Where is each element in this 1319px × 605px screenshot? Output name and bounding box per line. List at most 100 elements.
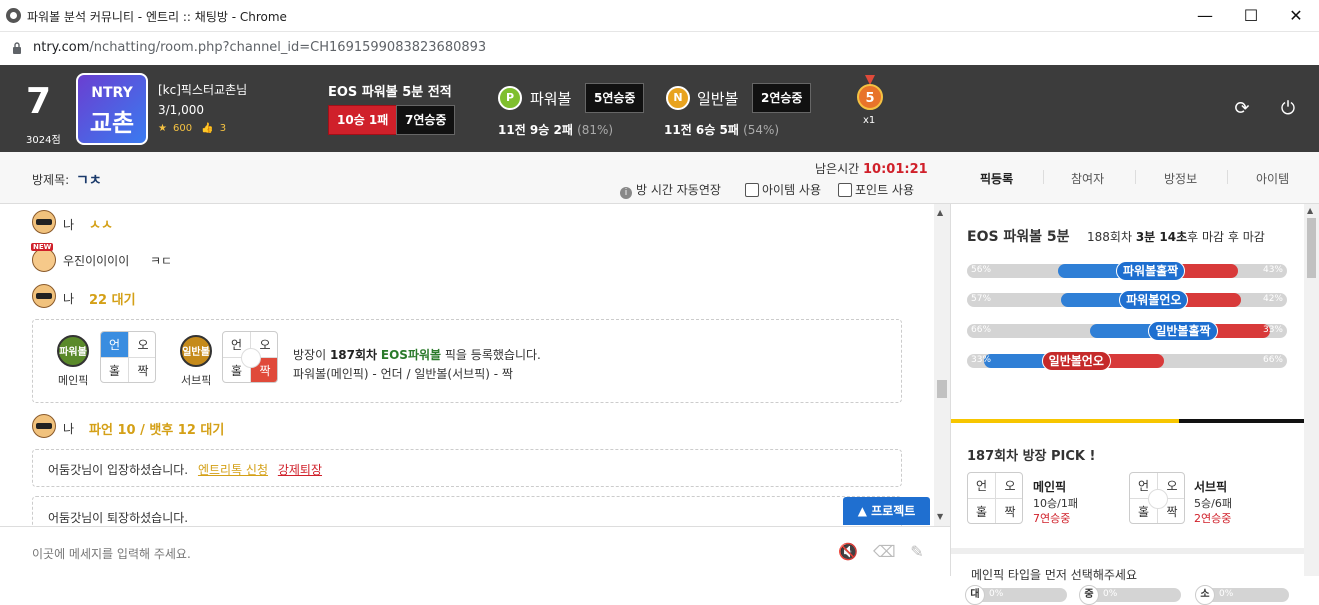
browser-titlebar: 파워볼 분석 커뮤니티 - 엔트리 :: 채팅방 - Chrome — ☐ ✕ (0, 0, 1319, 32)
ratio-bar-label: 일반볼언오 (1041, 351, 1111, 371)
panel-stripe-yellow (951, 419, 1179, 423)
record-streak-badge: 7연승중 (396, 105, 456, 135)
panel-divider (951, 548, 1305, 554)
ratio-bar-label: 일반볼홀짝 (1148, 321, 1218, 341)
powerball-name: 파워볼 (530, 90, 572, 108)
chat-nick[interactable]: 나 (63, 420, 74, 437)
sub-pick-name: 서브픽 (1194, 480, 1228, 494)
point-use-checkbox[interactable]: 포인트 사용 (838, 181, 914, 198)
ratio-bar: 57% 42% 파워볼언오 (967, 290, 1287, 310)
tab-pick-register[interactable]: 픽등록 (980, 170, 1013, 187)
chat-nick[interactable]: 우진이이이이 (63, 252, 129, 269)
remaining-time: 남은시간 10:01:21 (815, 162, 928, 177)
auto-extend-option[interactable]: i방 시간 자동연장 (620, 181, 721, 199)
svg-text:5: 5 (865, 91, 874, 106)
panel-title: EOS 파워볼 5분 (967, 229, 1070, 245)
avatar[interactable] (32, 414, 56, 438)
sub-pick-grid: 언 오 홀 짝 (222, 331, 278, 383)
record-title: EOS 파워볼 5분 전적 (328, 85, 452, 100)
ratio-bar-label: 파워볼언오 (1119, 290, 1189, 310)
chat-scrollbar[interactable]: ▲ ▼ (934, 204, 950, 526)
main-pick-result-grid: 언 오 홀 짝 (967, 472, 1023, 524)
chat-nick[interactable]: 나 (63, 290, 74, 307)
pick-register-detail: 파워볼(메인픽) - 언더 / 일반볼(서브픽) - 짝 (293, 367, 513, 381)
window-title: 파워볼 분석 커뮤니티 - 엔트리 :: 채팅방 - Chrome (27, 10, 287, 24)
panel-scrollbar[interactable]: ▲ (1304, 204, 1319, 576)
powerball-pick-icon: 파워볼 (57, 335, 89, 367)
thumbs-up-icon: 👍 (201, 123, 214, 134)
room-logo: NTRY 교촌 (76, 73, 148, 145)
sub-pick-result-grid: 언 오 홀 짝 (1129, 472, 1185, 524)
refresh-icon[interactable]: ⟳ (1232, 99, 1252, 119)
project-button[interactable]: ▲ 프로젝트 (843, 497, 930, 525)
minimize-button[interactable]: — (1182, 0, 1228, 32)
panel-stripe-black (1179, 419, 1305, 423)
avatar[interactable] (32, 210, 56, 234)
normalball-name: 일반볼 (697, 90, 739, 108)
checkbox-icon (838, 183, 852, 197)
checkbox-icon (745, 183, 759, 197)
chat-input-bar: 이곳에 메세지를 입력해 주세요. 🔇 ⌫ ✎ (0, 526, 950, 576)
url-text[interactable]: ntry.com/nchatting/room.php?channel_id=C… (33, 40, 486, 55)
avatar[interactable]: NEW (31, 243, 56, 272)
normalball-record: 11전 6승 5패 (54%) (664, 123, 780, 137)
avatar[interactable] (32, 284, 56, 308)
info-icon: i (620, 187, 632, 199)
powerball-record: 11전 9승 2패 (81%) (498, 123, 614, 137)
mute-icon[interactable]: 🔇 (838, 542, 858, 562)
analysis-panel: EOS 파워볼 5분 188회차 3분 14초후 마감 후 마감 56% 43% 파… (950, 204, 1305, 605)
medal-count: x1 (863, 115, 876, 126)
site-favicon-icon (6, 8, 21, 23)
size-bar-large: 대 0% (965, 585, 1067, 605)
address-bar[interactable]: ntry.com/nchatting/room.php?channel_id=C… (0, 32, 1319, 65)
size-bar-medium: 중 0% (1079, 585, 1181, 605)
main-pick-grid: 언 오 홀 짝 (100, 331, 156, 383)
right-tabs: 픽등록 참여자 방정보 아이템 (950, 152, 1319, 204)
tab-divider (1227, 170, 1228, 184)
kick-link[interactable]: 강제퇴장 (278, 463, 322, 477)
eraser-icon[interactable]: ⌫ (873, 542, 896, 562)
close-button[interactable]: ✕ (1273, 0, 1319, 32)
chat-nick[interactable]: 나 (63, 216, 74, 233)
enter-notice: 어둠갓님이 입장하셨습니다. 엔트리톡 신청 강제퇴장 (32, 449, 902, 487)
chat-message: ㅅㅅ (89, 218, 113, 233)
user-level: 7 (26, 81, 52, 122)
host-name: [kc]픽스터교촌님 (158, 83, 248, 97)
member-count: 3/1,000 (158, 103, 205, 117)
ntry-talk-link[interactable]: 엔트리톡 신청 (198, 463, 268, 477)
magic-wand-icon[interactable]: ✎ (907, 542, 927, 562)
chat-message: 22 대기 (89, 293, 136, 308)
chat-input[interactable]: 이곳에 메세지를 입력해 주세요. (32, 545, 191, 562)
ratio-bar: 33% 66% 일반볼언오 (967, 351, 1287, 371)
pick-register-text: 방장이 187회차 EOS파워볼 픽을 등록했습니다. (293, 348, 541, 362)
main-pick-name: 메인픽 (1033, 480, 1067, 494)
tab-divider (1043, 170, 1044, 184)
tab-participants[interactable]: 참여자 (1071, 170, 1104, 187)
pick-register-box: 파워볼 메인픽 언 오 홀 짝 일반볼 서브픽 언 오 홀 짝 방장이 187회… (32, 319, 902, 403)
power-icon[interactable]: ⏻ (1278, 99, 1298, 119)
item-use-checkbox[interactable]: 아이템 사용 (745, 181, 821, 198)
powerball-icon: P (498, 86, 522, 110)
main-pick-streak: 7연승중 (1033, 512, 1071, 525)
chat-area[interactable]: 나 ㅅㅅ NEW 우진이이이이 ㅋㄷ 나 22 대기 파워볼 메인픽 언 오 홀… (0, 204, 934, 526)
tab-divider (1135, 170, 1136, 184)
chat-message: 파언 10 / 뱃후 12 대기 (89, 423, 225, 438)
sub-pick-record: 5승/6패 (1194, 497, 1232, 510)
host-stats: ★ 600 👍 3 (158, 123, 227, 134)
room-title-label: 방제목: (32, 173, 70, 187)
tab-room-info[interactable]: 방정보 (1164, 170, 1197, 187)
tab-items[interactable]: 아이템 (1256, 170, 1289, 187)
main-pick-label: 메인픽 (58, 374, 89, 387)
ratio-bar: 66% 33% 일반볼홀짝 (967, 321, 1287, 341)
medal-icon: 5 (857, 75, 883, 110)
room-info-bar: 방제목: ㄱㅊ 남은시간 10:01:21 i방 시간 자동연장 아이템 사용 … (0, 152, 950, 204)
ratio-bar-label: 파워볼홀짝 (1116, 261, 1186, 281)
star-icon: ★ (158, 123, 167, 134)
normalball-pick-icon: 일반볼 (180, 335, 212, 367)
powerball-streak-badge: 5연승중 (585, 83, 645, 113)
lock-icon (13, 42, 21, 54)
ratio-bar: 56% 43% 파워볼홀짝 (967, 261, 1287, 281)
sub-pick-streak: 2연승중 (1194, 512, 1232, 525)
maximize-button[interactable]: ☐ (1228, 0, 1274, 32)
room-title: ㄱㅊ (76, 173, 102, 189)
